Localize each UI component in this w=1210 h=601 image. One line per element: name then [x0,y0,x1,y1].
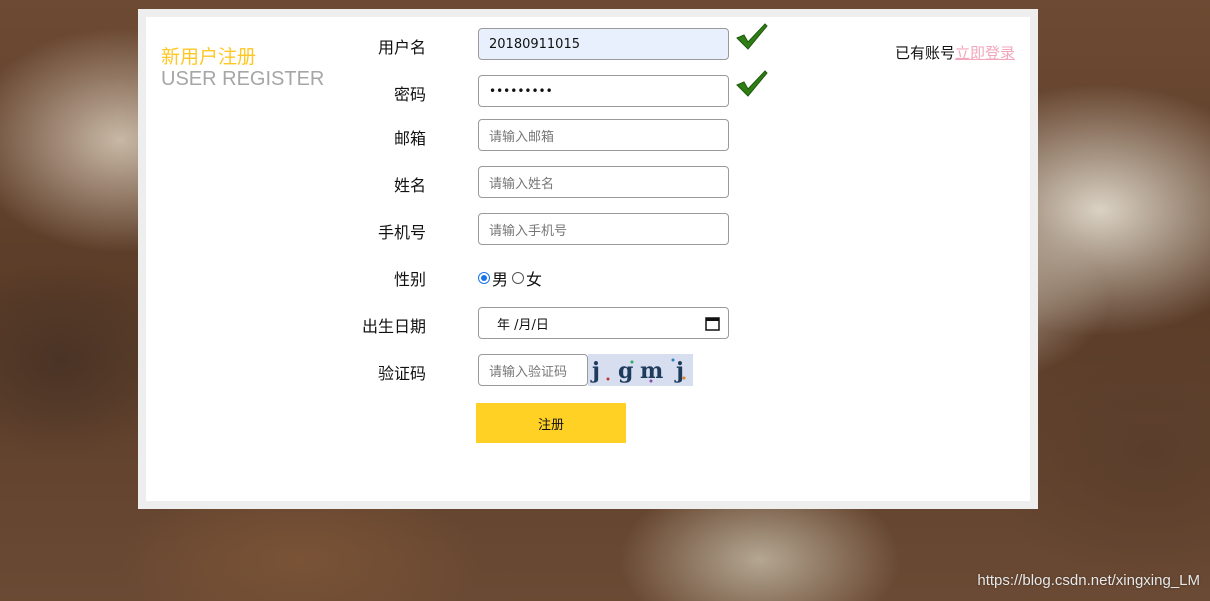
password-input[interactable]: ••••••••• [478,75,729,107]
captcha-label: 验证码 [377,364,426,383]
captcha-image[interactable]: j g m j [588,354,693,386]
gender-radio-group: 男 女 [478,266,542,290]
username-row: 用户名 20180911015 [146,23,1030,60]
birthday-label: 出生日期 [361,317,426,336]
register-panel: 新用户注册 USER REGISTER 已有账号立即登录 用户名 2018091… [138,9,1038,509]
email-row: 邮箱 请输入邮箱 [146,119,1030,151]
password-value: ••••••••• [489,84,553,98]
username-value: 20180911015 [489,36,580,52]
gender-female-radio[interactable] [512,272,525,284]
svg-text:j: j [590,358,600,384]
password-label: 密码 [393,85,426,104]
gender-label: 性别 [393,270,426,289]
email-label: 邮箱 [393,129,426,148]
birthday-value: 年 /月/日 [497,317,549,333]
gender-row: 性别 男 女 [146,260,1030,292]
password-row: 密码 ••••••••• [146,70,1030,107]
phone-input[interactable]: 请输入手机号 [478,213,729,245]
username-label: 用户名 [377,38,426,57]
gender-female-label[interactable]: 女 [526,266,542,290]
captcha-placeholder: 请输入验证码 [489,364,568,380]
register-card: 新用户注册 USER REGISTER 已有账号立即登录 用户名 2018091… [146,17,1030,501]
birthday-input[interactable]: 年 /月/日 [478,307,729,339]
svg-text:g: g [618,358,633,384]
check-icon [736,70,768,97]
calendar-icon[interactable] [705,316,720,331]
svg-text:m: m [640,358,663,384]
name-label: 姓名 [393,176,426,195]
check-icon [736,23,768,50]
captcha-input[interactable]: 请输入验证码 [478,354,588,386]
name-row: 姓名 请输入姓名 [146,166,1030,198]
phone-label: 手机号 [377,223,426,242]
phone-placeholder: 请输入手机号 [489,223,568,239]
svg-text:j: j [674,358,684,384]
register-button[interactable]: 注册 [476,403,626,443]
phone-row: 手机号 请输入手机号 [146,213,1030,245]
email-placeholder: 请输入邮箱 [489,129,555,145]
watermark: https://blog.csdn.net/xingxing_LM [977,572,1200,589]
birthday-row: 出生日期 年 /月/日 [146,307,1030,339]
email-input[interactable]: 请输入邮箱 [478,119,729,151]
captcha-row: 验证码 请输入验证码 j g m j [146,354,1030,386]
gender-male-radio[interactable] [478,272,490,284]
name-input[interactable]: 请输入姓名 [478,166,729,198]
gender-male-label[interactable]: 男 [492,266,508,290]
name-placeholder: 请输入姓名 [489,176,555,192]
username-input[interactable]: 20180911015 [478,28,729,60]
